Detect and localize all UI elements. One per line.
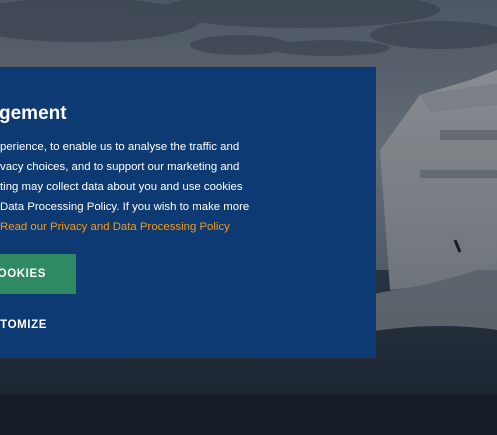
policy-link-line: Read our Privacy and Data Processing Pol…	[0, 217, 300, 237]
accept-cookies-button[interactable]: OOKIES	[0, 254, 76, 294]
body-line-4: Data Processing Policy. If you wish to m…	[0, 201, 250, 213]
dialog-title: gement	[0, 103, 67, 124]
body-line-2: vacy choices, and to support our marketi…	[0, 161, 240, 173]
body-line-1: perience, to enable us to analyse the tr…	[0, 141, 240, 153]
page: gement perience, to enable us to analyse…	[0, 0, 497, 435]
dialog-body: perience, to enable us to analyse the tr…	[0, 137, 300, 237]
customize-button[interactable]: TOMIZE	[0, 312, 47, 338]
privacy-policy-link[interactable]: Read our Privacy and Data Processing Pol…	[0, 221, 230, 233]
body-line-3: ting may collect data about you and use …	[0, 181, 243, 193]
